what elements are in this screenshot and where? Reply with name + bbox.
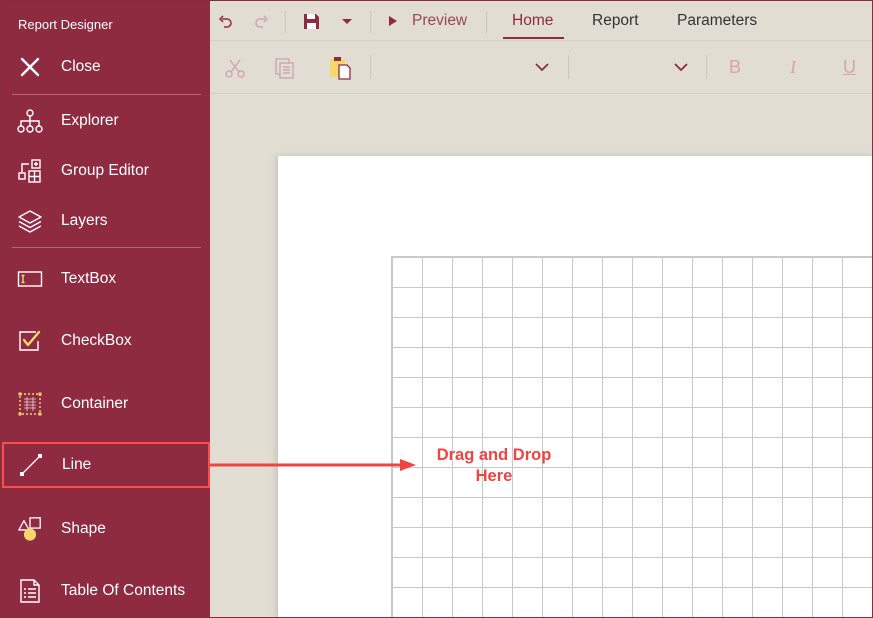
textbox-icon <box>17 266 43 292</box>
font-family-dropdown[interactable] <box>532 59 552 75</box>
sidebar-item-line[interactable]: Line <box>2 442 210 488</box>
sidebar-item-label: Table Of Contents <box>61 582 186 599</box>
app-window: Report Designer Close Explorer Group Edi… <box>0 0 873 618</box>
drag-drop-annotation: Drag and Drop Here <box>411 445 577 487</box>
active-tab-indicator <box>503 37 564 39</box>
sidebar-item-label: Container <box>61 395 129 412</box>
chevron-down-icon <box>535 63 549 72</box>
sidebar-item-label: Line <box>62 456 92 473</box>
main-toolbar: Preview Home Report Parameters <box>210 1 872 41</box>
sidebar-item-layers[interactable]: Layers <box>1 198 210 244</box>
scissors-icon <box>225 59 245 78</box>
preview-label[interactable]: Preview <box>412 12 467 30</box>
font-size-dropdown[interactable] <box>671 59 691 75</box>
formatting-toolbar: B I U <box>210 41 872 94</box>
container-icon <box>17 391 43 417</box>
sidebar-divider <box>12 247 201 248</box>
group-editor-icon <box>17 158 43 184</box>
sidebar-item-checkbox[interactable]: CheckBox <box>1 318 210 364</box>
sidebar-divider <box>12 94 201 95</box>
hierarchy-icon <box>17 108 43 134</box>
italic-button[interactable]: I <box>790 57 796 78</box>
paste-button[interactable] <box>326 54 354 82</box>
annotation-line2: Here <box>475 467 513 485</box>
caret-down-icon <box>342 19 352 24</box>
sidebar-item-label: Group Editor <box>61 162 149 179</box>
sidebar-item-label: TextBox <box>61 270 117 287</box>
save-icon <box>303 13 319 29</box>
sidebar-item-container[interactable]: Container <box>1 381 210 427</box>
sidebar-item-label: Layers <box>61 212 108 229</box>
sidebar-item-label: Explorer <box>61 112 119 129</box>
tab-home[interactable]: Home <box>512 12 553 30</box>
redo-button[interactable] <box>251 11 273 33</box>
drag-arrow-annotation <box>210 459 416 471</box>
sidebar-item-label: CheckBox <box>61 332 132 349</box>
tab-parameters[interactable]: Parameters <box>677 12 757 30</box>
close-label: Close <box>61 58 101 75</box>
sidebar-title: Report Designer <box>18 17 113 32</box>
paste-icon <box>330 57 351 80</box>
sidebar-item-explorer[interactable]: Explorer <box>1 98 210 144</box>
save-button[interactable] <box>300 10 322 32</box>
preview-button[interactable] <box>386 13 400 29</box>
shape-icon <box>17 516 43 542</box>
underline-button[interactable]: U <box>843 57 856 78</box>
sidebar: Report Designer Close Explorer Group Edi… <box>1 1 210 617</box>
bold-button[interactable]: B <box>729 57 741 78</box>
sidebar-item-label: Shape <box>61 520 106 537</box>
cut-button[interactable] <box>222 55 248 81</box>
undo-icon <box>218 15 232 28</box>
sidebar-item-textbox[interactable]: TextBox <box>1 256 210 302</box>
play-icon <box>389 16 397 26</box>
sidebar-item-table-of-contents[interactable]: Table Of Contents <box>1 568 210 614</box>
toc-icon <box>17 578 43 604</box>
save-dropdown-button[interactable] <box>337 11 357 33</box>
close-icon <box>17 54 43 80</box>
sidebar-item-group-editor[interactable]: Group Editor <box>1 148 210 194</box>
line-icon <box>18 452 44 478</box>
sidebar-item-shape[interactable]: Shape <box>1 506 210 552</box>
close-button[interactable]: Close <box>1 44 210 90</box>
design-surface-grid[interactable] <box>391 256 872 617</box>
layers-icon <box>17 208 43 234</box>
undo-button[interactable] <box>214 11 236 33</box>
tab-report[interactable]: Report <box>592 12 639 30</box>
annotation-line1: Drag and Drop <box>436 446 552 464</box>
redo-icon <box>255 15 269 28</box>
chevron-down-icon <box>674 63 688 72</box>
copy-icon <box>275 58 294 79</box>
checkbox-icon <box>17 328 43 354</box>
copy-button[interactable] <box>272 55 298 81</box>
